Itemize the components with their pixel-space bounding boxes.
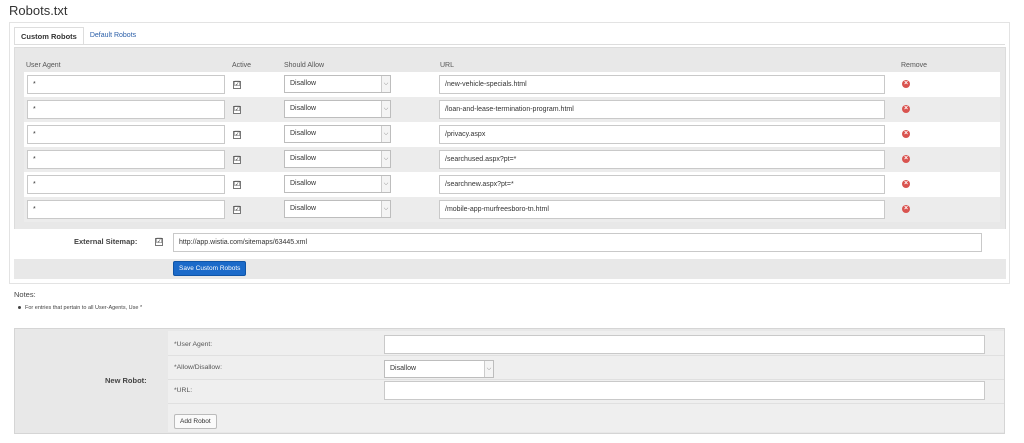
new-user-agent-input[interactable] — [384, 335, 985, 354]
should-allow-value: Disallow — [290, 180, 317, 187]
should-allow-select[interactable]: Disallow ⌵ — [284, 100, 391, 118]
user-agent-input[interactable]: * — [27, 125, 225, 144]
allow-disallow-label: *Allow/Disallow: — [174, 364, 222, 371]
table-row: * ☑ Disallow ⌵ /mobile-app-murfreesboro-t… — [24, 197, 1000, 222]
chevron-down-icon: ⌵ — [381, 151, 390, 167]
url-input[interactable]: /privacy.aspx — [439, 125, 885, 144]
user-agent-input[interactable]: * — [27, 175, 225, 194]
should-allow-select[interactable]: Disallow ⌵ — [284, 125, 391, 143]
user-agent-input[interactable]: * — [27, 200, 225, 219]
active-checkbox[interactable]: ☑ — [233, 81, 241, 89]
external-sitemap-label: External Sitemap: — [74, 237, 138, 246]
sitemap-checkbox[interactable]: ☑ — [155, 238, 163, 246]
user-agent-input[interactable]: * — [27, 75, 225, 94]
chevron-down-icon: ⌵ — [484, 361, 493, 377]
remove-icon[interactable]: × — [902, 105, 910, 113]
new-allow-value: Disallow — [390, 365, 417, 372]
save-custom-robots-button[interactable]: Save Custom Robots — [173, 261, 247, 276]
robots-panel: Custom Robots Default Robots User Agent … — [9, 22, 1010, 284]
divider — [168, 355, 1004, 356]
divider — [168, 403, 1004, 404]
should-allow-select[interactable]: Disallow ⌵ — [284, 75, 391, 93]
remove-icon[interactable]: × — [902, 130, 910, 138]
url-label: *URL: — [174, 387, 193, 394]
user-agent-input[interactable]: * — [27, 100, 225, 119]
should-allow-value: Disallow — [290, 205, 317, 212]
remove-icon[interactable]: × — [902, 180, 910, 188]
new-url-input[interactable] — [384, 381, 985, 400]
active-checkbox[interactable]: ☑ — [233, 156, 241, 164]
new-allow-select[interactable]: Disallow ⌵ — [384, 360, 494, 378]
tab-divider — [14, 44, 1005, 45]
tab-default-robots[interactable]: Default Robots — [84, 27, 142, 45]
notes-label: Notes: — [14, 290, 36, 299]
remove-icon[interactable]: × — [902, 80, 910, 88]
notes-item-text: For entries that pertain to all User-Age… — [25, 305, 143, 311]
remove-icon[interactable]: × — [902, 205, 910, 213]
save-bar: Save Custom Robots — [14, 259, 1006, 279]
add-robot-button[interactable]: Add Robot — [174, 414, 217, 429]
page-title: Robots.txt — [9, 3, 68, 18]
should-allow-value: Disallow — [290, 80, 317, 87]
should-allow-select[interactable]: Disallow ⌵ — [284, 150, 391, 168]
active-checkbox[interactable]: ☑ — [233, 106, 241, 114]
should-allow-value: Disallow — [290, 130, 317, 137]
should-allow-select[interactable]: Disallow ⌵ — [284, 200, 391, 218]
chevron-down-icon: ⌵ — [381, 176, 390, 192]
table-row: * ☑ Disallow ⌵ /loan-and-lease-terminatio… — [24, 97, 1000, 122]
active-checkbox[interactable]: ☑ — [233, 131, 241, 139]
should-allow-value: Disallow — [290, 105, 317, 112]
should-allow-value: Disallow — [290, 155, 317, 162]
divider — [168, 379, 1004, 380]
table-row: * ☑ Disallow ⌵ /searchnew.aspx?pt=* × — [24, 172, 1000, 197]
tab-bar: Custom Robots Default Robots — [14, 27, 142, 45]
active-checkbox[interactable]: ☑ — [233, 181, 241, 189]
bullet-icon — [18, 306, 21, 310]
table-row: * ☑ Disallow ⌵ /privacy.aspx × — [24, 122, 1000, 147]
chevron-down-icon: ⌵ — [381, 201, 390, 217]
new-robot-title: New Robot: — [105, 376, 147, 385]
url-input[interactable]: /searchused.aspx?pt=* — [439, 150, 885, 169]
tab-custom-robots[interactable]: Custom Robots — [14, 27, 84, 45]
table-row: * ☑ Disallow ⌵ /searchused.aspx?pt=* × — [24, 147, 1000, 172]
sitemap-url-input[interactable]: http://app.wistia.com/sitemaps/63445.xml — [173, 233, 982, 252]
chevron-down-icon: ⌵ — [381, 76, 390, 92]
table-row: * ☑ Disallow ⌵ /new-vehicle-specials.html… — [24, 72, 1000, 97]
url-input[interactable]: /mobile-app-murfreesboro-tn.html — [439, 200, 885, 219]
url-input[interactable]: /loan-and-lease-termination-program.html — [439, 100, 885, 119]
robots-table: User Agent Active Should Allow URL Remov… — [14, 47, 1006, 243]
url-input[interactable]: /searchnew.aspx?pt=* — [439, 175, 885, 194]
chevron-down-icon: ⌵ — [381, 126, 390, 142]
chevron-down-icon: ⌵ — [381, 101, 390, 117]
sitemap-row: External Sitemap: ☑ http://app.wistia.co… — [14, 229, 1006, 257]
new-robot-form: New Robot: *User Agent: *Allow/Disallow:… — [14, 328, 1005, 434]
url-input[interactable]: /new-vehicle-specials.html — [439, 75, 885, 94]
user-agent-input[interactable]: * — [27, 150, 225, 169]
should-allow-select[interactable]: Disallow ⌵ — [284, 175, 391, 193]
notes-item: For entries that pertain to all User-Age… — [18, 305, 142, 311]
active-checkbox[interactable]: ☑ — [233, 206, 241, 214]
user-agent-label: *User Agent: — [174, 341, 213, 348]
remove-icon[interactable]: × — [902, 155, 910, 163]
